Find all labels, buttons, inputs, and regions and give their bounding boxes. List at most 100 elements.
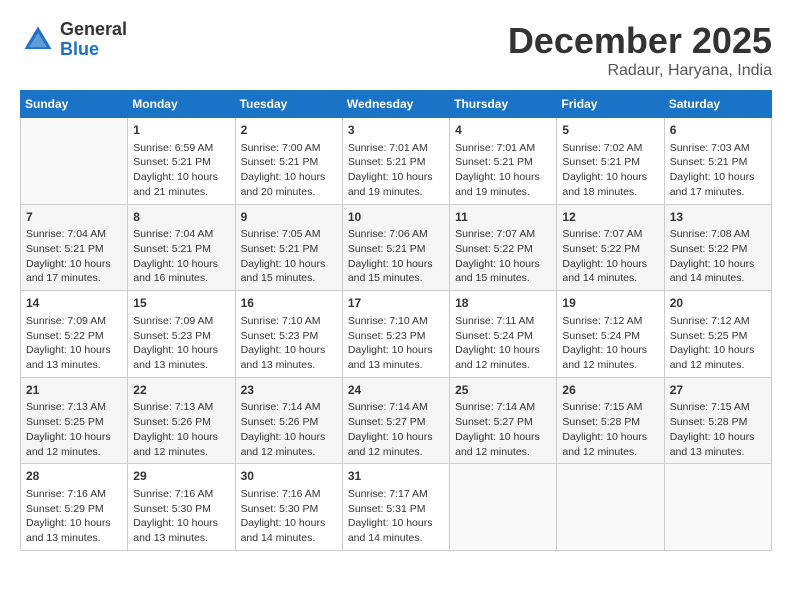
- week-row-2: 7Sunrise: 7:04 AM Sunset: 5:21 PM Daylig…: [21, 204, 772, 291]
- day-cell: [557, 464, 664, 551]
- day-number: 18: [455, 295, 551, 312]
- day-info: Sunrise: 7:09 AM Sunset: 5:23 PM Dayligh…: [133, 314, 229, 373]
- calendar-header-tuesday: Tuesday: [235, 91, 342, 118]
- day-number: 13: [670, 209, 766, 226]
- day-info: Sunrise: 7:16 AM Sunset: 5:29 PM Dayligh…: [26, 487, 122, 546]
- day-cell: 10Sunrise: 7:06 AM Sunset: 5:21 PM Dayli…: [342, 204, 449, 291]
- day-cell: 17 Sunrise: 7:10 AM Sunset: 5:23 PM Dayli…: [342, 291, 449, 378]
- logo-general: General: [60, 20, 127, 40]
- month-title: December 2025: [508, 20, 772, 62]
- day-cell: 14 Sunrise: 7:09 AM Sunset: 5:22 PM Dayli…: [21, 291, 128, 378]
- day-number: 5: [562, 122, 658, 139]
- day-cell: 1 Sunrise: 6:59 AM Sunset: 5:21 PM Daylig…: [128, 118, 235, 205]
- day-cell: [450, 464, 557, 551]
- day-info: Sunrise: 7:11 AM Sunset: 5:24 PM Dayligh…: [455, 314, 551, 373]
- day-info: Sunrise: 7:14 AM Sunset: 5:26 PM Dayligh…: [241, 400, 337, 459]
- day-info: Sunrise: 7:14 AM Sunset: 5:27 PM Dayligh…: [348, 400, 444, 459]
- day-cell: 4 Sunrise: 7:01 AM Sunset: 5:21 PM Daylig…: [450, 118, 557, 205]
- logo-blue: Blue: [60, 40, 127, 60]
- calendar-header-row: SundayMondayTuesdayWednesdayThursdayFrid…: [21, 91, 772, 118]
- day-cell: 16 Sunrise: 7:10 AM Sunset: 5:23 PM Dayli…: [235, 291, 342, 378]
- day-number: 1: [133, 122, 229, 139]
- day-info: Sunrise: 7:06 AM Sunset: 5:21 PM Dayligh…: [348, 227, 444, 286]
- day-cell: 5 Sunrise: 7:02 AM Sunset: 5:21 PM Daylig…: [557, 118, 664, 205]
- day-info: Sunrise: 7:07 AM Sunset: 5:22 PM Dayligh…: [455, 227, 551, 286]
- day-cell: 11Sunrise: 7:07 AM Sunset: 5:22 PM Dayli…: [450, 204, 557, 291]
- day-number: 23: [241, 382, 337, 399]
- day-cell: 18 Sunrise: 7:11 AM Sunset: 5:24 PM Dayli…: [450, 291, 557, 378]
- day-info: Sunrise: 7:07 AM Sunset: 5:22 PM Dayligh…: [562, 227, 658, 286]
- calendar-header-friday: Friday: [557, 91, 664, 118]
- day-cell: 23Sunrise: 7:14 AM Sunset: 5:26 PM Dayli…: [235, 377, 342, 464]
- day-number: 3: [348, 122, 444, 139]
- day-info: Sunrise: 6:59 AM Sunset: 5:21 PM Dayligh…: [133, 141, 229, 200]
- day-cell: 19 Sunrise: 7:12 AM Sunset: 5:24 PM Dayli…: [557, 291, 664, 378]
- day-info: Sunrise: 7:13 AM Sunset: 5:26 PM Dayligh…: [133, 400, 229, 459]
- day-cell: 24Sunrise: 7:14 AM Sunset: 5:27 PM Dayli…: [342, 377, 449, 464]
- week-row-5: 28 Sunrise: 7:16 AM Sunset: 5:29 PM Dayli…: [21, 464, 772, 551]
- day-cell: 30 Sunrise: 7:16 AM Sunset: 5:30 PM Dayli…: [235, 464, 342, 551]
- day-info: Sunrise: 7:10 AM Sunset: 5:23 PM Dayligh…: [348, 314, 444, 373]
- calendar-header-wednesday: Wednesday: [342, 91, 449, 118]
- day-info: Sunrise: 7:00 AM Sunset: 5:21 PM Dayligh…: [241, 141, 337, 200]
- day-info: Sunrise: 7:13 AM Sunset: 5:25 PM Dayligh…: [26, 400, 122, 459]
- day-number: 28: [26, 468, 122, 485]
- day-cell: 31Sunrise: 7:17 AM Sunset: 5:31 PM Dayli…: [342, 464, 449, 551]
- day-number: 14: [26, 295, 122, 312]
- title-block: December 2025 Radaur, Haryana, India: [508, 20, 772, 80]
- day-info: Sunrise: 7:05 AM Sunset: 5:21 PM Dayligh…: [241, 227, 337, 286]
- day-cell: 9Sunrise: 7:05 AM Sunset: 5:21 PM Daylig…: [235, 204, 342, 291]
- logo: General Blue: [20, 20, 127, 60]
- day-info: Sunrise: 7:15 AM Sunset: 5:28 PM Dayligh…: [562, 400, 658, 459]
- day-info: Sunrise: 7:16 AM Sunset: 5:30 PM Dayligh…: [241, 487, 337, 546]
- day-info: Sunrise: 7:12 AM Sunset: 5:24 PM Dayligh…: [562, 314, 658, 373]
- day-number: 19: [562, 295, 658, 312]
- day-cell: 2Sunrise: 7:00 AM Sunset: 5:21 PM Daylig…: [235, 118, 342, 205]
- day-cell: 3 Sunrise: 7:01 AM Sunset: 5:21 PM Daylig…: [342, 118, 449, 205]
- calendar-header-monday: Monday: [128, 91, 235, 118]
- day-info: Sunrise: 7:16 AM Sunset: 5:30 PM Dayligh…: [133, 487, 229, 546]
- day-number: 31: [348, 468, 444, 485]
- day-info: Sunrise: 7:14 AM Sunset: 5:27 PM Dayligh…: [455, 400, 551, 459]
- day-cell: 22Sunrise: 7:13 AM Sunset: 5:26 PM Dayli…: [128, 377, 235, 464]
- day-number: 22: [133, 382, 229, 399]
- day-number: 27: [670, 382, 766, 399]
- calendar-table: SundayMondayTuesdayWednesdayThursdayFrid…: [20, 90, 772, 551]
- page-header: General Blue December 2025 Radaur, Harya…: [20, 20, 772, 80]
- day-cell: 8Sunrise: 7:04 AM Sunset: 5:21 PM Daylig…: [128, 204, 235, 291]
- week-row-4: 21Sunrise: 7:13 AM Sunset: 5:25 PM Dayli…: [21, 377, 772, 464]
- day-cell: 13Sunrise: 7:08 AM Sunset: 5:22 PM Dayli…: [664, 204, 771, 291]
- day-number: 12: [562, 209, 658, 226]
- day-number: 10: [348, 209, 444, 226]
- day-cell: 25Sunrise: 7:14 AM Sunset: 5:27 PM Dayli…: [450, 377, 557, 464]
- day-info: Sunrise: 7:08 AM Sunset: 5:22 PM Dayligh…: [670, 227, 766, 286]
- day-cell: 6Sunrise: 7:03 AM Sunset: 5:21 PM Daylig…: [664, 118, 771, 205]
- day-number: 25: [455, 382, 551, 399]
- day-cell: 26Sunrise: 7:15 AM Sunset: 5:28 PM Dayli…: [557, 377, 664, 464]
- calendar-header-thursday: Thursday: [450, 91, 557, 118]
- day-cell: 20Sunrise: 7:12 AM Sunset: 5:25 PM Dayli…: [664, 291, 771, 378]
- day-info: Sunrise: 7:01 AM Sunset: 5:21 PM Dayligh…: [455, 141, 551, 200]
- day-number: 17: [348, 295, 444, 312]
- day-number: 29: [133, 468, 229, 485]
- day-number: 20: [670, 295, 766, 312]
- day-info: Sunrise: 7:09 AM Sunset: 5:22 PM Dayligh…: [26, 314, 122, 373]
- week-row-1: 1 Sunrise: 6:59 AM Sunset: 5:21 PM Daylig…: [21, 118, 772, 205]
- day-info: Sunrise: 7:10 AM Sunset: 5:23 PM Dayligh…: [241, 314, 337, 373]
- day-info: Sunrise: 7:04 AM Sunset: 5:21 PM Dayligh…: [26, 227, 122, 286]
- day-cell: [21, 118, 128, 205]
- day-number: 11: [455, 209, 551, 226]
- day-info: Sunrise: 7:01 AM Sunset: 5:21 PM Dayligh…: [348, 141, 444, 200]
- day-number: 15: [133, 295, 229, 312]
- day-number: 16: [241, 295, 337, 312]
- day-info: Sunrise: 7:15 AM Sunset: 5:28 PM Dayligh…: [670, 400, 766, 459]
- day-number: 4: [455, 122, 551, 139]
- location: Radaur, Haryana, India: [508, 62, 772, 80]
- calendar-header-sunday: Sunday: [21, 91, 128, 118]
- day-cell: 28 Sunrise: 7:16 AM Sunset: 5:29 PM Dayli…: [21, 464, 128, 551]
- day-cell: 29 Sunrise: 7:16 AM Sunset: 5:30 PM Dayli…: [128, 464, 235, 551]
- day-number: 24: [348, 382, 444, 399]
- day-number: 30: [241, 468, 337, 485]
- day-number: 9: [241, 209, 337, 226]
- day-info: Sunrise: 7:02 AM Sunset: 5:21 PM Dayligh…: [562, 141, 658, 200]
